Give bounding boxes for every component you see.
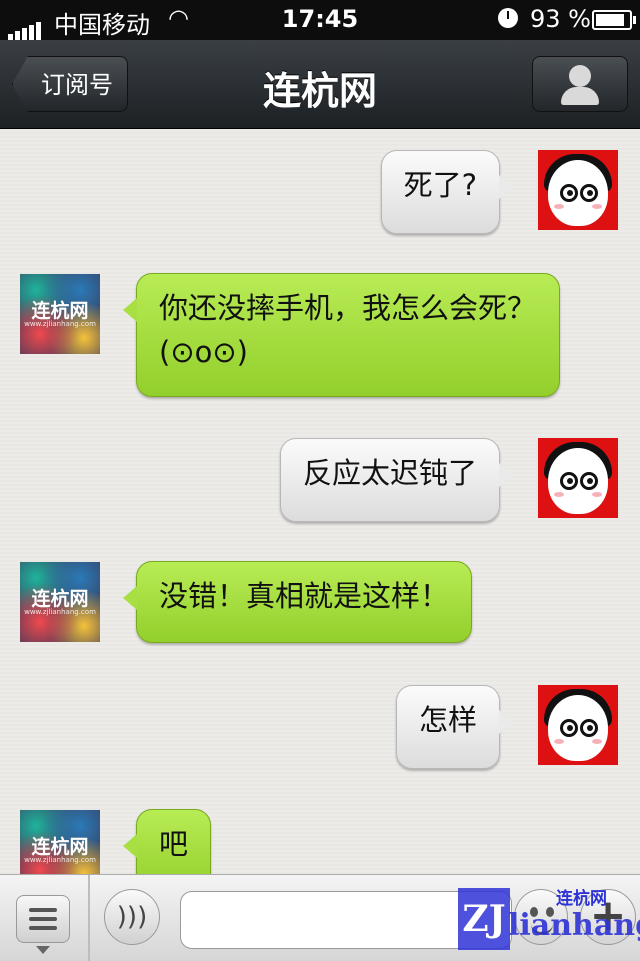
plus-icon: + xyxy=(589,890,627,941)
message-bubble[interactable]: 怎样 xyxy=(395,685,514,769)
bot-avatar[interactable]: 连杭网 www.zjlianhang.com xyxy=(20,274,100,354)
user-avatar[interactable] xyxy=(538,685,618,765)
voice-button[interactable]: ))) xyxy=(104,889,160,945)
bot-avatar[interactable]: 连杭网 www.zjlianhang.com xyxy=(20,810,100,874)
avatar-domain: www.zjlianhang.com xyxy=(24,608,96,616)
list-menu-icon xyxy=(29,908,57,912)
message-bubble[interactable]: 死了? xyxy=(380,150,514,234)
input-toolbar: ))) + xyxy=(0,874,640,961)
emoji-button[interactable] xyxy=(514,889,568,945)
person-icon xyxy=(569,65,591,87)
avatar-domain: www.zjlianhang.com xyxy=(24,320,96,328)
status-bar: 中国移动 ◠ 17:45 93 % xyxy=(0,0,640,40)
voice-icon: ))) xyxy=(116,902,148,932)
menu-button[interactable] xyxy=(16,895,70,954)
battery-icon xyxy=(592,10,636,30)
alarm-clock-icon xyxy=(498,8,518,28)
bot-avatar[interactable]: 连杭网 www.zjlianhang.com xyxy=(20,562,100,642)
message-bubble[interactable]: 没错！真相就是这样！ xyxy=(122,561,473,643)
battery-percent: 93 % xyxy=(530,5,591,33)
plus-button[interactable]: + xyxy=(580,889,636,945)
avatar-brand: 连杭网 xyxy=(31,300,89,322)
message-bubble[interactable]: 反应太迟钝了 xyxy=(279,438,514,522)
avatar-brand: 连杭网 xyxy=(31,836,89,858)
profile-button[interactable] xyxy=(532,56,628,112)
chat-area[interactable]: 死了? 连杭网 www.zjlianhang.com 你还没摔手机，我怎么会死？… xyxy=(0,129,640,874)
user-avatar[interactable] xyxy=(538,150,618,230)
smiley-icon xyxy=(530,907,538,917)
message-bubble[interactable]: 你还没摔手机，我怎么会死？(⊙o⊙) xyxy=(123,273,560,397)
avatar-domain: www.zjlianhang.com xyxy=(24,856,96,864)
message-bubble[interactable]: 吧 xyxy=(122,809,212,874)
toolbar-divider xyxy=(88,875,90,961)
avatar-brand: 连杭网 xyxy=(31,588,89,610)
message-input[interactable] xyxy=(180,891,512,949)
navigation-bar: 订阅号 连杭网 xyxy=(0,40,640,129)
user-avatar[interactable] xyxy=(538,438,618,518)
